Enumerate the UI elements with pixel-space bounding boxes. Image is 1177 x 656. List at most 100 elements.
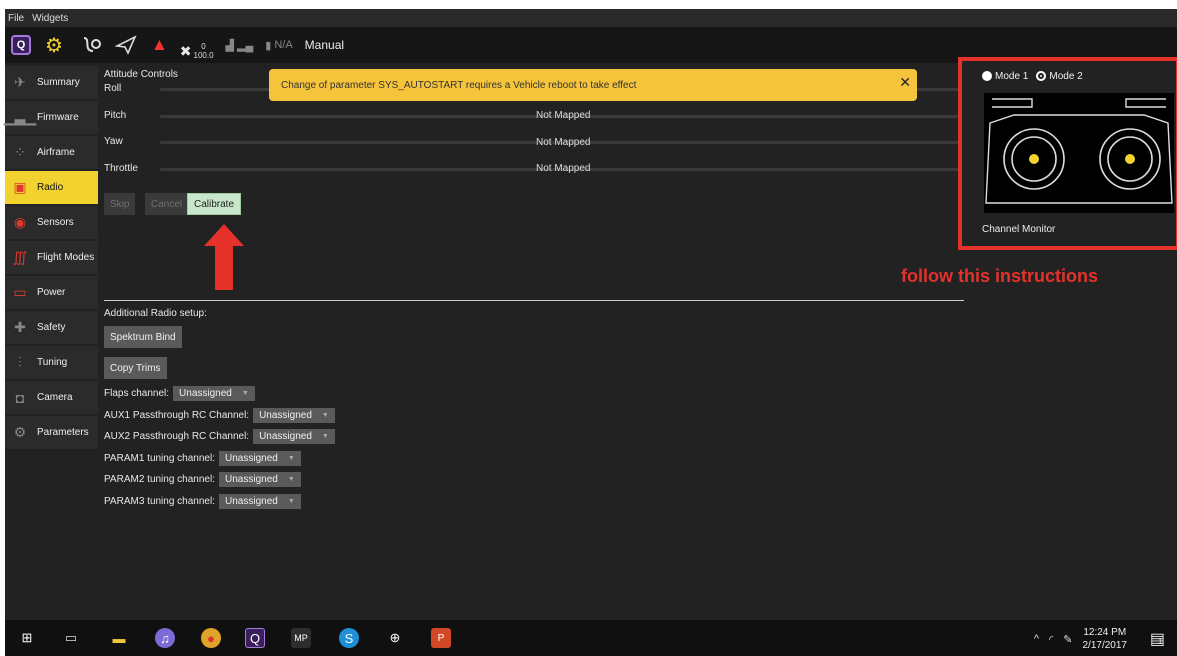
- param3-tuning-select[interactable]: Unassigned ▼: [219, 494, 301, 509]
- fly-view-button[interactable]: [114, 30, 137, 60]
- select-value: Unassigned: [259, 410, 312, 421]
- gps-count: 0: [201, 42, 206, 51]
- sidebar-item-sensors[interactable]: ◉ Sensors: [5, 206, 98, 239]
- channel-monitor-panel: Mode 1 Mode 2 Channel Monitor: [958, 57, 1177, 250]
- mode1-radio[interactable]: Mode 1: [982, 71, 1028, 82]
- chevron-up-icon[interactable]: ^: [1034, 633, 1039, 645]
- battery-indicator[interactable]: ▮ N/A: [265, 30, 292, 60]
- qgroundcontrol-window: File Widgets Q ⚙ ▲ ✖ 0 100.0 ▟ ▂▄ ▮ N/A …: [3, 9, 1177, 656]
- music-note-icon: ♫: [160, 630, 170, 646]
- skip-button[interactable]: Skip: [104, 193, 136, 215]
- channel-monitor-label: Channel Monitor: [982, 224, 1056, 235]
- sidebar-item-power[interactable]: ▭ Power: [5, 276, 98, 309]
- mode1-label: Mode 1: [995, 71, 1029, 82]
- section-divider: [104, 300, 964, 301]
- sidebar-item-label: Flight Modes: [37, 252, 95, 263]
- safety-icon: ✚: [14, 319, 26, 335]
- tuning-icon: ⫶: [18, 354, 22, 370]
- gamepad-icon: ⊕: [389, 630, 401, 645]
- battery-value: N/A: [274, 39, 293, 51]
- sidebar-item-parameters[interactable]: ⚙ Parameters: [5, 416, 98, 449]
- flight-modes-icon: ∭: [12, 249, 28, 265]
- battery-icon: ▭: [13, 284, 27, 300]
- select-value: Unassigned: [259, 431, 312, 442]
- mission-planner-app[interactable]: MP: [291, 628, 311, 648]
- vehicle-setup-button[interactable]: ⚙: [45, 30, 63, 60]
- pitch-label: Pitch: [104, 110, 127, 121]
- sidebar-item-camera[interactable]: ◘ Camera: [5, 381, 98, 414]
- sidebar-item-safety[interactable]: ✚ Safety: [5, 311, 98, 344]
- plan-view-button[interactable]: [81, 30, 103, 60]
- copy-trims-button[interactable]: Copy Trims: [104, 357, 167, 379]
- param2-tuning-select[interactable]: Unassigned ▼: [219, 472, 301, 487]
- gears-icon: ⚙: [45, 34, 63, 57]
- chrome-icon: ●: [207, 630, 215, 646]
- flaps-channel-select[interactable]: Unassigned ▼: [173, 386, 255, 401]
- radio-button-icon: [982, 71, 992, 82]
- messages-button[interactable]: ▲: [151, 30, 168, 60]
- aux2-passthrough-select[interactable]: Unassigned ▼: [253, 429, 335, 444]
- itunes-app[interactable]: ♫: [155, 628, 175, 648]
- app-icon-2[interactable]: ⊕: [385, 628, 405, 648]
- action-center-button[interactable]: ▤ 1: [1150, 629, 1165, 649]
- throttle-status: Not Mapped: [536, 163, 591, 174]
- close-icon[interactable]: ✕: [899, 74, 911, 91]
- clock-date: 2/17/2017: [1082, 640, 1128, 651]
- mode2-radio[interactable]: Mode 2: [1036, 71, 1083, 82]
- powerpoint-app[interactable]: P: [431, 628, 451, 648]
- app-menu-button[interactable]: Q: [11, 30, 31, 60]
- sidebar-item-summary[interactable]: ✈ Summary: [5, 66, 98, 99]
- select-value: Unassigned: [225, 496, 278, 507]
- calibrate-button[interactable]: Calibrate: [187, 193, 242, 215]
- powerpoint-icon: P: [437, 632, 445, 644]
- aux2-passthrough-label: AUX2 Passthrough RC Channel:: [104, 431, 250, 442]
- flight-mode-selector[interactable]: Manual: [305, 38, 344, 52]
- annotation-text: follow this instructions: [901, 266, 1098, 286]
- sidebar-item-radio[interactable]: ▣ Radio: [5, 171, 98, 204]
- rc-rssi-indicator[interactable]: ▟ ▂▄: [226, 30, 254, 60]
- radio-setup-panel: Attitude Controls Roll Pitch Not Mapped …: [104, 67, 964, 612]
- sidebar-item-label: Airframe: [37, 147, 75, 158]
- qgroundcontrol-app[interactable]: Q: [245, 628, 265, 648]
- battery-icon: ▮: [265, 39, 272, 52]
- clock[interactable]: 12:24 PM 2/17/2017: [1083, 626, 1128, 652]
- throttle-label: Throttle: [104, 163, 138, 174]
- spektrum-bind-button[interactable]: Spektrum Bind: [104, 326, 182, 348]
- gps-hdop: 100.0: [193, 51, 214, 60]
- chevron-down-icon: ▼: [321, 412, 329, 419]
- chrome-app[interactable]: ●: [201, 628, 221, 648]
- camera-icon: ◘: [15, 389, 25, 406]
- paper-plane-icon: [114, 35, 137, 55]
- pen-icon[interactable]: ✎: [1063, 633, 1072, 646]
- sidebar-item-firmware[interactable]: ▁▃▁ Firmware: [3, 101, 98, 134]
- param1-tuning-label: PARAM1 tuning channel:: [104, 453, 215, 464]
- setup-sidebar: ✈ Summary ▁▃▁ Firmware ⁘ Airframe ▣ Radi…: [3, 66, 98, 451]
- menu-widgets[interactable]: Widgets: [32, 13, 68, 24]
- select-value: Unassigned: [225, 453, 278, 464]
- select-value: Unassigned: [225, 474, 278, 485]
- file-explorer-app[interactable]: ▬: [109, 628, 129, 648]
- sensors-icon: ◉: [13, 214, 27, 230]
- windows-start-button[interactable]: ⊞: [17, 628, 37, 648]
- skype-app[interactable]: S: [339, 628, 359, 648]
- folder-icon: ▬: [112, 630, 126, 646]
- yaw-status: Not Mapped: [536, 137, 591, 148]
- sidebar-item-airframe[interactable]: ⁘ Airframe: [5, 136, 98, 169]
- sidebar-item-flight-modes[interactable]: ∭ Flight Modes: [5, 241, 98, 274]
- param1-tuning-row: PARAM1 tuning channel: Unassigned ▼: [104, 451, 301, 466]
- firmware-icon: ▁▃▁: [3, 109, 37, 125]
- sidebar-item-label: Power: [37, 287, 66, 298]
- sidebar-item-tuning[interactable]: ⫶ Tuning: [5, 346, 98, 379]
- system-tray: ^ ◜ ✎ 12:24 PM 2/17/2017: [1034, 626, 1127, 652]
- select-value: Unassigned: [179, 388, 232, 399]
- param1-tuning-select[interactable]: Unassigned ▼: [219, 451, 301, 466]
- task-view-button[interactable]: ▭: [61, 628, 81, 648]
- wifi-icon[interactable]: ◜: [1049, 633, 1053, 646]
- menu-file[interactable]: File: [8, 13, 24, 24]
- aux1-passthrough-select[interactable]: Unassigned ▼: [253, 408, 335, 423]
- airframe-icon: ⁘: [14, 144, 26, 160]
- gps-indicator[interactable]: ✖ 0 100.0: [180, 30, 214, 60]
- cancel-button[interactable]: Cancel: [145, 193, 189, 215]
- param2-tuning-label: PARAM2 tuning channel:: [104, 474, 215, 485]
- transmitter-sticks-diagram: [984, 93, 1174, 213]
